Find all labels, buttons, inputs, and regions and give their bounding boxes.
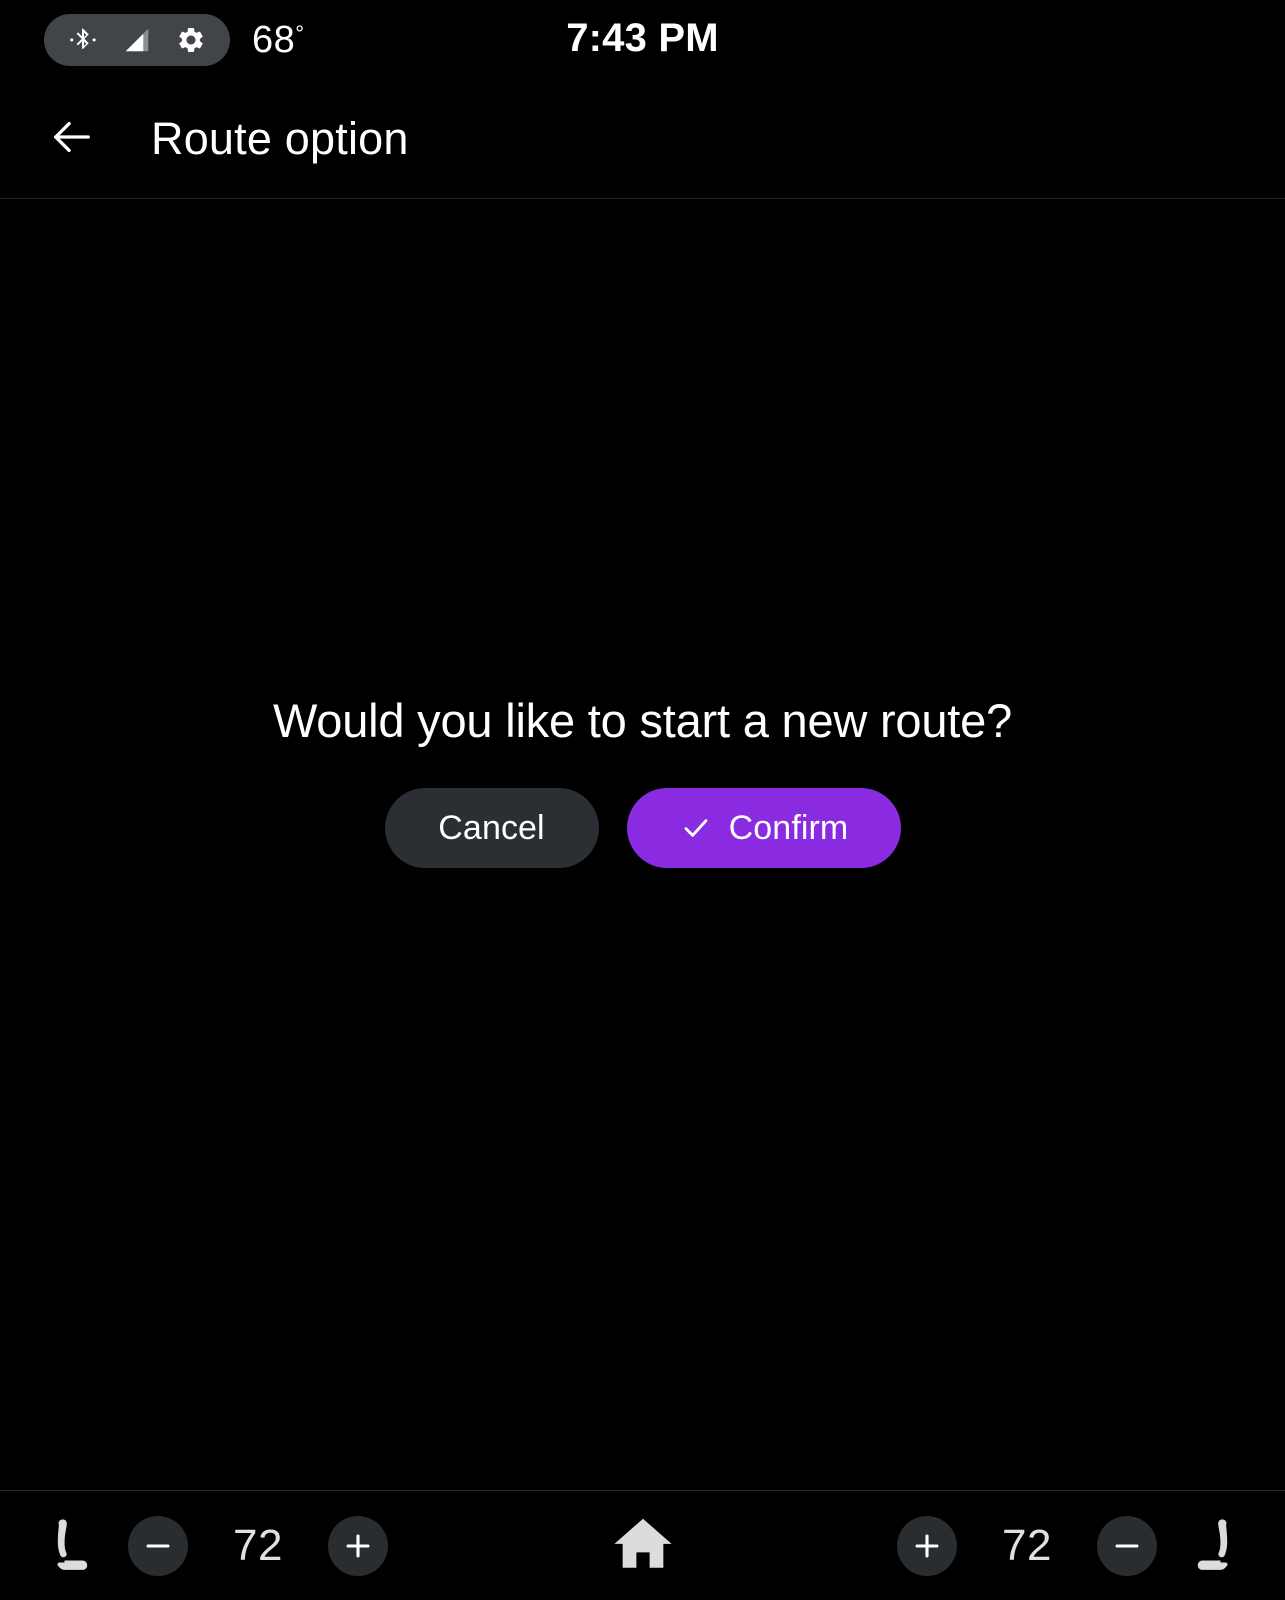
passenger-temp-increase-button[interactable] bbox=[897, 1515, 957, 1576]
passenger-climate-controls: 72 bbox=[897, 1515, 1245, 1577]
driver-temperature-value: 72 bbox=[233, 1520, 283, 1570]
passenger-seat-heater-icon[interactable] bbox=[1189, 1515, 1245, 1577]
confirm-button-label: Confirm bbox=[728, 808, 849, 847]
app-header: Route option bbox=[0, 80, 1285, 199]
confirm-button[interactable]: Confirm bbox=[626, 788, 901, 869]
passenger-temperature-value: 72 bbox=[1002, 1520, 1052, 1570]
home-button[interactable] bbox=[604, 1510, 682, 1582]
home-icon bbox=[607, 1510, 679, 1581]
passenger-temp-decrease-button[interactable] bbox=[1097, 1515, 1157, 1576]
page-title: Route option bbox=[151, 113, 409, 164]
check-icon bbox=[679, 811, 713, 845]
back-arrow-icon bbox=[49, 114, 95, 165]
new-route-confirmation-dialog: Would you like to start a new route? Can… bbox=[0, 694, 1285, 869]
dialog-actions: Cancel Confirm bbox=[384, 788, 901, 869]
back-button[interactable] bbox=[46, 113, 98, 165]
driver-temp-decrease-button[interactable] bbox=[128, 1515, 188, 1576]
driver-seat-heater-icon[interactable] bbox=[40, 1515, 96, 1577]
dialog-message: Would you like to start a new route? bbox=[272, 694, 1013, 747]
cancel-button-label: Cancel bbox=[438, 808, 545, 847]
status-bar-clock: 7:43 PM bbox=[566, 16, 719, 60]
status-bar: 68 ° 7:43 PM bbox=[0, 0, 1285, 80]
driver-climate-controls: 72 bbox=[40, 1515, 388, 1577]
cancel-button[interactable]: Cancel bbox=[384, 788, 599, 869]
car-infotainment-screen: 68 ° 7:43 PM Route option Would you like … bbox=[0, 0, 1285, 1600]
bottom-climate-bar: 72 72 bbox=[0, 1490, 1285, 1600]
driver-temp-increase-button[interactable] bbox=[328, 1515, 388, 1576]
main-content: Would you like to start a new route? Can… bbox=[0, 199, 1285, 1490]
